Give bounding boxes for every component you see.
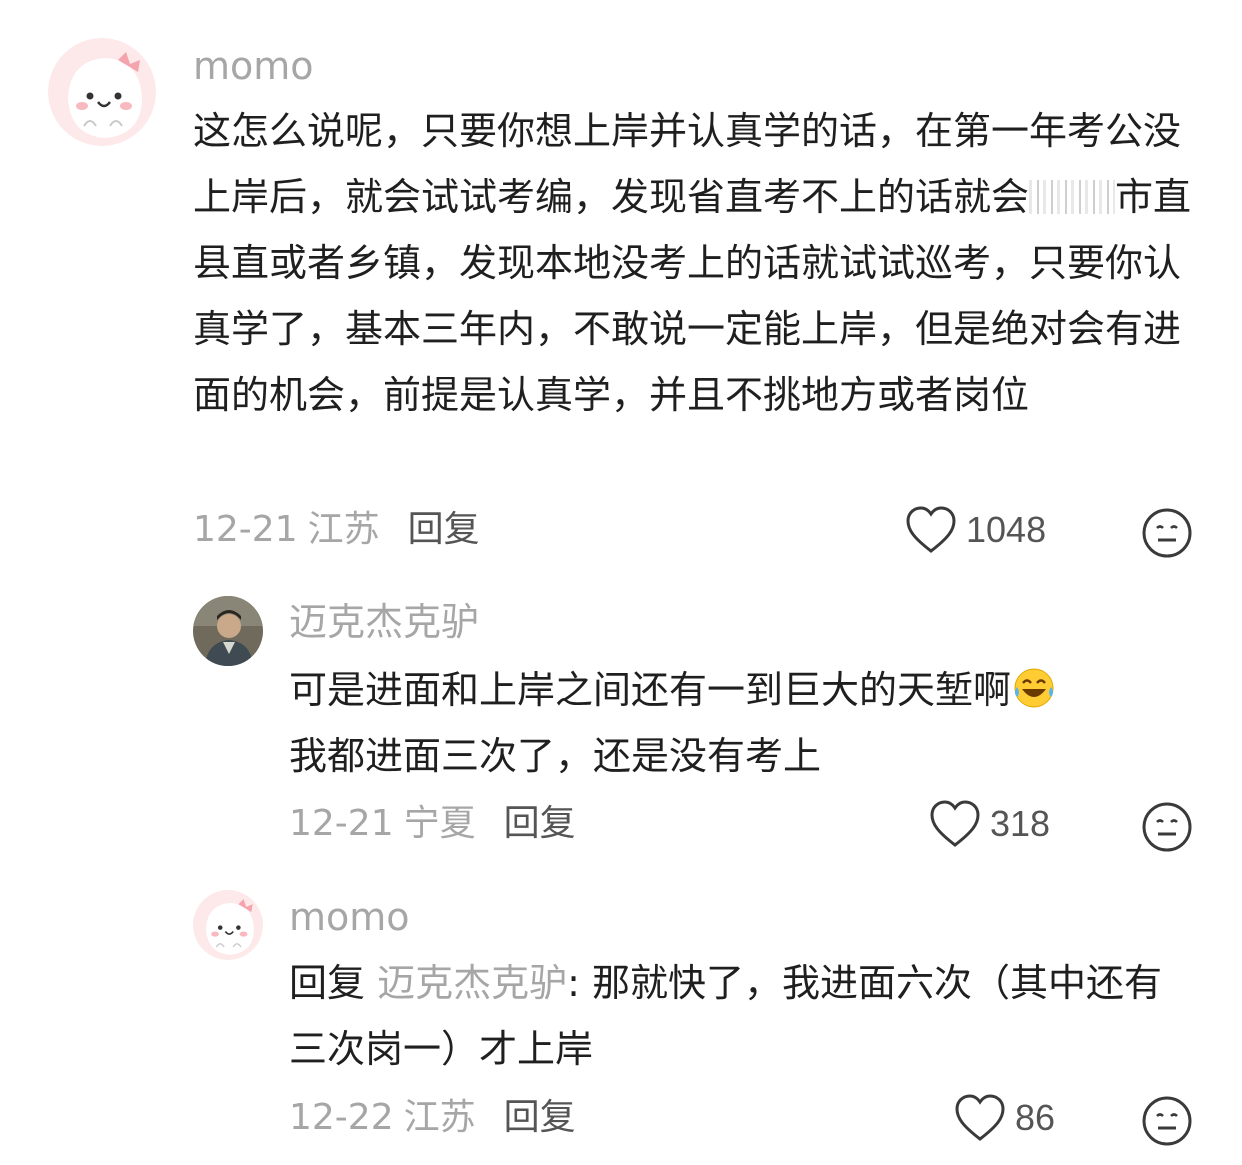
reaction-button[interactable] (1140, 1094, 1194, 1152)
user-photo-avatar-icon (193, 596, 263, 666)
avatar-momo[interactable] (48, 38, 156, 146)
comment-text: 回复 迈克杰克驴: 那就快了，我进面六次（其中还有三次岗一）才上岸 (289, 950, 1189, 1082)
comment-text-line-1: 可是进面和上岸之间还有一到巨大的天堑啊 (289, 668, 1012, 712)
comment-location: 江苏 (307, 509, 380, 550)
comment-meta: 12-22 江苏 回复 (289, 1096, 576, 1140)
reply-button[interactable]: 回复 (408, 509, 480, 550)
laughing-tears-emoji (1014, 668, 1054, 708)
reaction-button[interactable] (1140, 506, 1194, 564)
mochi-avatar-icon (193, 890, 263, 960)
comment-meta: 12-21 江苏 回复 (193, 508, 480, 552)
reply-button[interactable]: 回复 (504, 1097, 576, 1138)
mochi-avatar-icon (48, 38, 156, 146)
comment-username[interactable]: 迈克杰克驴 (289, 600, 479, 644)
like-heart-icon (955, 1094, 1005, 1141)
reply-prefix: 回复 (289, 961, 366, 1005)
reaction-face-icon (1142, 802, 1192, 852)
like-heart-icon (906, 506, 956, 553)
like-button[interactable]: 86 (953, 1092, 1055, 1144)
reaction-button[interactable] (1140, 800, 1194, 858)
comment-location: 江苏 (403, 1097, 476, 1138)
comment-meta: 12-21 宁夏 回复 (289, 802, 576, 846)
comment-username[interactable]: momo (289, 895, 410, 939)
comment-text: 这怎么说呢，只要你想上岸并认真学的话，在第一年考公没上岸后，就会试试考编，发现省… (193, 98, 1193, 428)
comment-date: 12-21 (289, 803, 394, 844)
avatar-momo[interactable] (193, 890, 263, 960)
comment-date: 12-22 (289, 1097, 394, 1138)
like-count: 318 (990, 803, 1051, 844)
comment-text: 可是进面和上岸之间还有一到巨大的天堑啊 我都进面三次了，还是没有考上 (289, 657, 1189, 789)
redacted-text (1029, 180, 1116, 214)
like-count: 86 (1015, 1097, 1056, 1138)
like-count: 1048 (966, 509, 1047, 550)
reply-target-username[interactable]: 迈克杰克驴 (377, 961, 567, 1005)
reply-button[interactable]: 回复 (504, 803, 576, 844)
like-heart-icon (930, 800, 980, 847)
like-button[interactable]: 1048 (904, 504, 1046, 556)
comment-date: 12-21 (193, 509, 298, 550)
comment-text-line-2: 我都进面三次了，还是没有考上 (289, 734, 822, 778)
reaction-face-icon (1142, 1096, 1192, 1146)
comment-location: 宁夏 (403, 803, 476, 844)
comment-username[interactable]: momo (193, 44, 314, 88)
avatar-maikejiekelv[interactable] (193, 596, 263, 666)
reaction-face-icon (1142, 508, 1192, 558)
like-button[interactable]: 318 (928, 798, 1050, 850)
